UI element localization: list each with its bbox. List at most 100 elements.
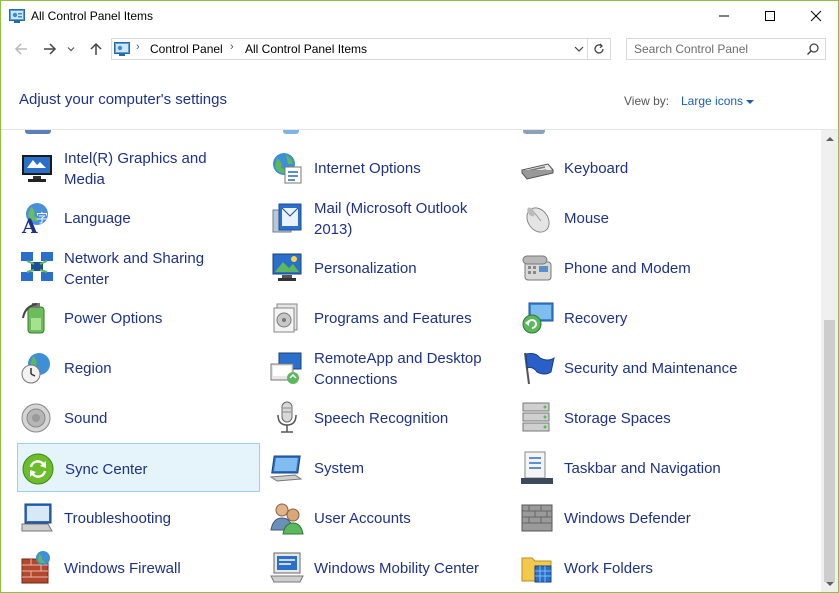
control-panel-item-taskbar[interactable]: Taskbar and Navigation — [519, 444, 757, 493]
item-label-line: System — [314, 460, 365, 477]
breadcrumb-separator-icon[interactable]: › — [230, 41, 234, 53]
item-label[interactable]: Security and Maintenance — [564, 358, 737, 379]
breadcrumb-separator-icon[interactable]: › — [136, 41, 140, 53]
control-panel-item-user-accounts[interactable]: User Accounts — [269, 494, 507, 543]
view-by-dropdown[interactable]: Large icons — [681, 94, 755, 108]
breadcrumb-control-panel[interactable]: Control Panel — [150, 42, 223, 56]
control-panel-item-region[interactable]: Region — [19, 344, 257, 393]
address-bar[interactable]: › Control Panel › All Control Panel Item… — [111, 38, 611, 60]
recent-locations-button[interactable] — [64, 39, 78, 59]
control-panel-item-troubleshooting[interactable]: Troubleshooting — [19, 494, 257, 543]
item-label[interactable]: Work Folders — [564, 558, 653, 579]
close-button[interactable] — [793, 1, 838, 31]
control-panel-item-system[interactable]: System — [269, 444, 507, 493]
chevron-down-icon — [574, 46, 584, 52]
control-panel-item-language[interactable]: A 字 Language — [19, 194, 257, 243]
refresh-icon — [594, 43, 604, 54]
control-panel-item-keyboard[interactable]: Keyboard — [519, 144, 757, 193]
control-panel-item-mouse[interactable]: Mouse — [519, 194, 757, 243]
control-panel-item-power-options[interactable]: Power Options — [19, 294, 257, 343]
minimize-button[interactable] — [701, 1, 747, 31]
item-label[interactable]: Sync Center — [65, 459, 148, 480]
item-label[interactable]: Speech Recognition — [314, 408, 448, 429]
item-label[interactable]: Windows Mobility Center — [314, 558, 479, 579]
control-panel-item-storage-spaces[interactable]: Storage Spaces — [519, 394, 757, 443]
control-panel-item-speech-recognition[interactable]: Speech Recognition — [269, 394, 507, 443]
speech-recognition-icon — [277, 401, 297, 433]
control-panel-item-sound[interactable]: Sound — [19, 394, 257, 443]
item-label-line: Programs and Features — [314, 310, 472, 327]
item-label[interactable]: User Accounts — [314, 508, 411, 529]
control-panel-item-sync-center[interactable]: Sync Center — [17, 443, 260, 492]
control-panel-item-remoteapp[interactable]: RemoteApp and Desktop Connections — [269, 344, 507, 393]
scroll-down-button[interactable] — [821, 575, 838, 592]
item-label[interactable]: Programs and Features — [314, 308, 472, 329]
refresh-button[interactable] — [587, 39, 610, 59]
minimize-icon — [719, 15, 729, 17]
item-label[interactable]: Power Options — [64, 308, 162, 329]
item-label[interactable]: Region — [64, 358, 112, 379]
control-panel-item-programs-features[interactable]: Programs and Features — [269, 294, 507, 343]
item-label[interactable]: Language — [64, 208, 131, 229]
control-panel-item-work-folders[interactable]: Work Folders — [519, 544, 757, 592]
item-label[interactable]: Keyboard — [564, 158, 628, 179]
item-label[interactable]: Windows Firewall — [64, 558, 181, 579]
user-accounts-icon — [270, 503, 304, 535]
item-label-line: RemoteApp and Desktop — [314, 350, 482, 367]
item-label[interactable]: Troubleshooting — [64, 508, 171, 529]
control-panel-item-windows-defender[interactable]: Windows Defender — [519, 494, 757, 543]
item-label[interactable]: Windows Defender — [564, 508, 691, 529]
mouse-icon — [526, 207, 550, 233]
control-panel-item-mail[interactable]: Mail (Microsoft Outlook 2013) — [269, 194, 507, 243]
search-box[interactable]: Search Control Panel — [626, 38, 826, 60]
item-label[interactable]: Intel(R) Graphics and Media — [64, 148, 207, 190]
scroll-up-icon — [825, 136, 834, 141]
control-panel-item-personalization[interactable]: Personalization — [269, 244, 507, 293]
title-bar[interactable]: All Control Panel Items — [1, 1, 838, 33]
item-label[interactable]: Mail (Microsoft Outlook 2013) — [314, 198, 467, 240]
item-label[interactable]: System — [314, 458, 364, 479]
scroll-up-button[interactable] — [821, 130, 838, 147]
item-label[interactable]: Mouse — [564, 208, 609, 229]
search-input[interactable]: Search Control Panel — [634, 42, 748, 56]
item-label-line: User Accounts — [314, 510, 411, 527]
view-by-value[interactable]: Large icons — [681, 94, 743, 108]
back-button[interactable] — [11, 39, 31, 59]
item-label[interactable]: RemoteApp and Desktop Connections — [314, 348, 482, 390]
scrollbar-thumb[interactable] — [824, 320, 835, 582]
item-label[interactable]: Storage Spaces — [564, 408, 671, 429]
breadcrumb-all-items[interactable]: All Control Panel Items — [245, 42, 367, 56]
control-panel-icon — [9, 9, 25, 23]
control-panel-item-network[interactable]: Network and Sharing Center — [19, 244, 257, 293]
control-panel-item-windows-firewall[interactable]: Windows Firewall — [19, 544, 257, 592]
vertical-scrollbar[interactable] — [821, 130, 838, 592]
search-icon[interactable] — [806, 42, 820, 56]
item-label[interactable]: Internet Options — [314, 158, 421, 179]
control-panel-item-internet-options[interactable]: Internet Options — [269, 144, 507, 193]
item-label[interactable]: Taskbar and Navigation — [564, 458, 721, 479]
control-panel-item-phone-modem[interactable]: Phone and Modem — [519, 244, 757, 293]
language-icon: A字 — [21, 203, 48, 236]
item-label[interactable]: Network and Sharing Center — [64, 248, 204, 290]
address-dropdown-button[interactable] — [572, 41, 586, 57]
item-label[interactable]: Sound — [64, 408, 107, 429]
power-options-icon — [22, 303, 45, 334]
control-panel-item-mobility-center[interactable]: Windows Mobility Center — [269, 544, 507, 592]
storage-spaces-icon — [522, 402, 550, 432]
up-button[interactable] — [86, 39, 106, 59]
item-label[interactable]: Recovery — [564, 308, 627, 329]
control-panel-item-intel-graphics[interactable]: Intel(R) Graphics and Media — [19, 144, 257, 193]
control-panel-item-security-maintenance[interactable]: Security and Maintenance — [519, 344, 757, 393]
windows-defender-icon — [521, 504, 553, 532]
maximize-button[interactable] — [747, 1, 793, 31]
control-panel-item-recovery[interactable]: Recovery — [519, 294, 757, 343]
item-label[interactable]: Phone and Modem — [564, 258, 691, 279]
intel-graphics-icon — [22, 155, 52, 182]
dropdown-arrow-icon[interactable] — [746, 99, 755, 105]
forward-button[interactable] — [40, 39, 60, 59]
item-label-line: Intel(R) Graphics and — [64, 150, 207, 167]
close-icon — [810, 10, 822, 22]
back-arrow-icon — [14, 43, 27, 55]
item-label-line: Mouse — [564, 210, 610, 227]
item-label[interactable]: Personalization — [314, 258, 417, 279]
